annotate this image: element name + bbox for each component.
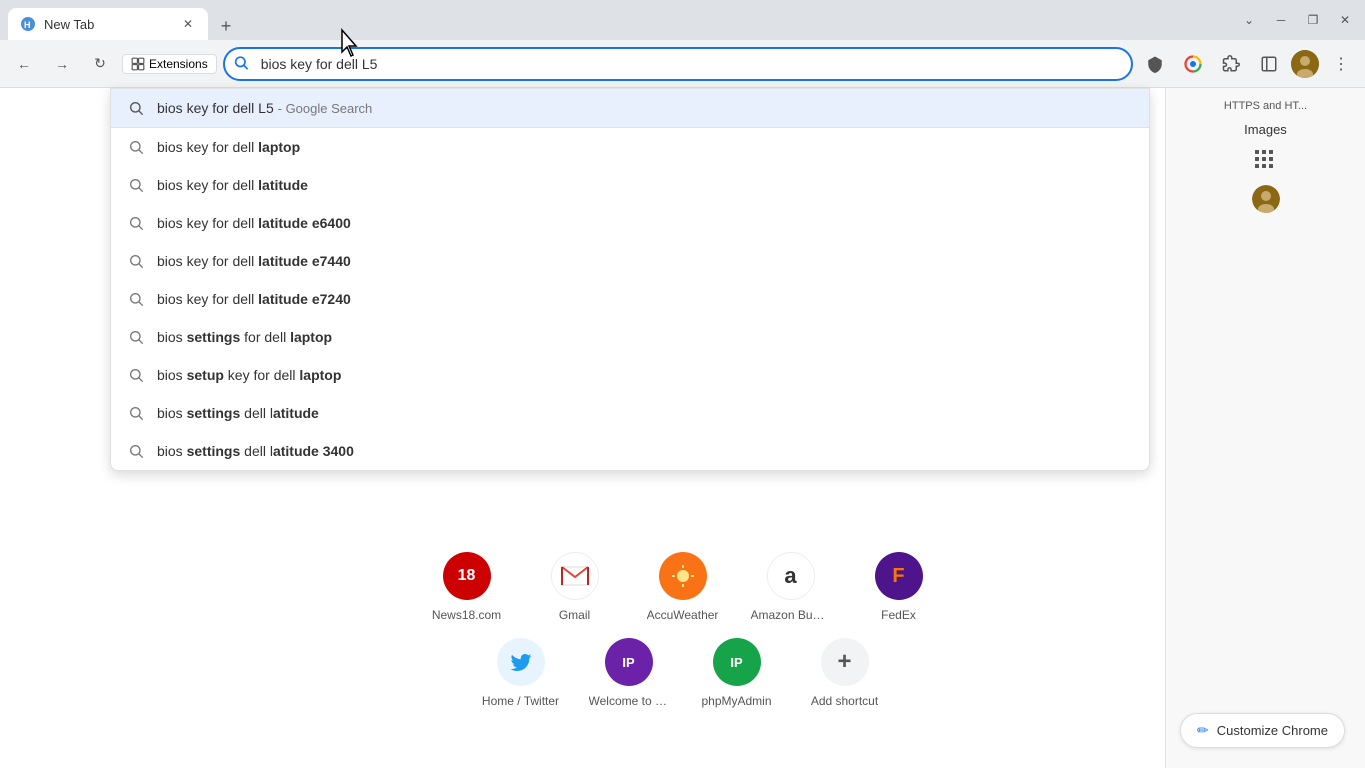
customize-label: Customize Chrome [1217, 723, 1328, 738]
autocomplete-item[interactable]: bios key for dell latitude e7240 [111, 280, 1149, 318]
suggestion-text: bios key for dell latitude e6400 [157, 215, 351, 231]
top-site-twitter[interactable]: Home / Twitter [477, 638, 565, 708]
suggestion-text: bios settings for dell laptop [157, 329, 332, 345]
top-sites-row-2: Home / Twitter IP Welcome to n... IP php… [477, 638, 889, 708]
autocomplete-first-item[interactable]: bios key for dell L5 - Google Search [111, 89, 1149, 128]
customize-icon: ✏ [1197, 722, 1209, 739]
minimize-btn[interactable]: ─ [1269, 8, 1293, 32]
autocomplete-item[interactable]: bios key for dell latitude e7440 [111, 242, 1149, 280]
top-site-add-shortcut[interactable]: + Add shortcut [801, 638, 889, 708]
window-controls: ⌄ ─ ❐ ✕ [1237, 8, 1357, 32]
profile-avatar[interactable] [1291, 50, 1319, 78]
search-icon [127, 252, 145, 270]
right-panel-avatar[interactable] [1252, 185, 1280, 213]
right-sidebar-panel: HTTPS and HT... Images [1165, 88, 1365, 768]
more-options-btn[interactable]: ⋮ [1325, 48, 1357, 80]
tab-strip: H New Tab ✕ + [8, 0, 240, 40]
search-icon [127, 290, 145, 308]
news18-favicon: 18 [443, 552, 491, 600]
toolbar-right: ⋮ [1139, 48, 1357, 80]
twitter-favicon [497, 638, 545, 686]
fedex-label: FedEx [881, 608, 916, 622]
autocomplete-item[interactable]: bios settings dell latitude 3400 [111, 432, 1149, 470]
security-icon[interactable] [1139, 48, 1171, 80]
amazon-label: Amazon Busi... [751, 608, 831, 622]
extensions-icon[interactable] [1215, 48, 1247, 80]
chrome-icon[interactable] [1177, 48, 1209, 80]
svg-text:H: H [24, 20, 31, 30]
suggestion-text: bios key for dell latitude e7240 [157, 291, 351, 307]
close-window-btn[interactable]: ✕ [1333, 8, 1357, 32]
suggestion-text: bios key for dell laptop [157, 139, 300, 155]
autocomplete-item[interactable]: bios settings dell latitude [111, 394, 1149, 432]
search-icon [127, 328, 145, 346]
https-label: HTTPS and HT... [1224, 100, 1307, 112]
omnibox-search-icon [233, 54, 249, 73]
amazon-favicon: a [767, 552, 815, 600]
top-site-gmail[interactable]: Gmail [531, 552, 619, 622]
customize-chrome-button[interactable]: ✏ Customize Chrome [1180, 713, 1345, 748]
refresh-button[interactable]: ↻ [84, 48, 116, 80]
apps-grid-icon[interactable] [1252, 147, 1280, 175]
accuweather-favicon [659, 552, 707, 600]
autocomplete-item[interactable]: bios settings for dell laptop [111, 318, 1149, 356]
suggestion-text: bios setup key for dell laptop [157, 367, 341, 383]
search-icon [127, 442, 145, 460]
search-icon [127, 214, 145, 232]
forward-button[interactable]: → [46, 48, 78, 80]
suggestion-text: bios key for dell latitude [157, 177, 308, 193]
autocomplete-dropdown: bios key for dell L5 - Google Search bio… [110, 88, 1150, 471]
maximize-btn[interactable]: ❐ [1301, 8, 1325, 32]
search-icon [127, 404, 145, 422]
search-icon [127, 366, 145, 384]
autocomplete-item[interactable]: bios setup key for dell laptop [111, 356, 1149, 394]
search-icon [127, 138, 145, 156]
tab-title: New Tab [44, 17, 94, 32]
top-site-accuweather[interactable]: AccuWeather [639, 552, 727, 622]
search-icon [127, 176, 145, 194]
welcome-favicon: IP [605, 638, 653, 686]
gmail-label: Gmail [559, 608, 590, 622]
omnibox-input[interactable] [223, 47, 1133, 81]
tab-close-btn[interactable]: ✕ [180, 16, 196, 32]
images-label: Images [1244, 122, 1287, 137]
top-site-welcome[interactable]: IP Welcome to n... [585, 638, 673, 708]
autocomplete-item[interactable]: bios key for dell laptop [111, 128, 1149, 166]
twitter-label: Home / Twitter [482, 694, 559, 708]
browser-toolbar: ← → ↻ Extensions ⋮ [0, 40, 1365, 88]
autocomplete-item[interactable]: bios key for dell latitude [111, 166, 1149, 204]
top-site-news18[interactable]: 18 News18.com [423, 552, 511, 622]
google-search-label: - Google Search [278, 101, 373, 116]
phpmyadmin-favicon: IP [713, 638, 761, 686]
autocomplete-item[interactable]: bios key for dell latitude e6400 [111, 204, 1149, 242]
sidebar-toggle-icon[interactable] [1253, 48, 1285, 80]
top-site-phpmyadmin[interactable]: IP phpMyAdmin [693, 638, 781, 708]
new-tab-button[interactable]: + [212, 12, 240, 40]
top-sites-row-1: 18 News18.com Gmail AccuWeather a Amazo [423, 552, 943, 622]
accuweather-label: AccuWeather [647, 608, 719, 622]
top-site-fedex[interactable]: F FedEx [855, 552, 943, 622]
add-shortcut-favicon: + [821, 638, 869, 686]
top-site-amazon[interactable]: a Amazon Busi... [747, 552, 835, 622]
omnibox-container [223, 47, 1133, 81]
active-tab[interactable]: H New Tab ✕ [8, 8, 208, 40]
gmail-favicon [551, 552, 599, 600]
suggestion-text: bios settings dell latitude 3400 [157, 443, 354, 459]
suggestion-text: bios key for dell latitude e7440 [157, 253, 351, 269]
titlebar: H New Tab ✕ + ⌄ ─ ❐ ✕ [0, 0, 1365, 40]
fedex-favicon: F [875, 552, 923, 600]
list-tabs-btn[interactable]: ⌄ [1237, 8, 1261, 32]
welcome-label: Welcome to n... [589, 694, 669, 708]
autocomplete-first-text: bios key for dell L5 - Google Search [157, 100, 372, 116]
news18-label: News18.com [432, 608, 501, 622]
top-sites-section: 18 News18.com Gmail AccuWeather a Amazo [423, 552, 943, 708]
extensions-button[interactable]: Extensions [122, 54, 217, 74]
phpmyadmin-label: phpMyAdmin [701, 694, 771, 708]
tab-favicon: H [20, 16, 36, 32]
search-icon-first [127, 99, 145, 117]
suggestion-text: bios settings dell latitude [157, 405, 319, 421]
extensions-label: Extensions [149, 57, 208, 71]
add-shortcut-label: Add shortcut [811, 694, 878, 708]
back-button[interactable]: ← [8, 48, 40, 80]
